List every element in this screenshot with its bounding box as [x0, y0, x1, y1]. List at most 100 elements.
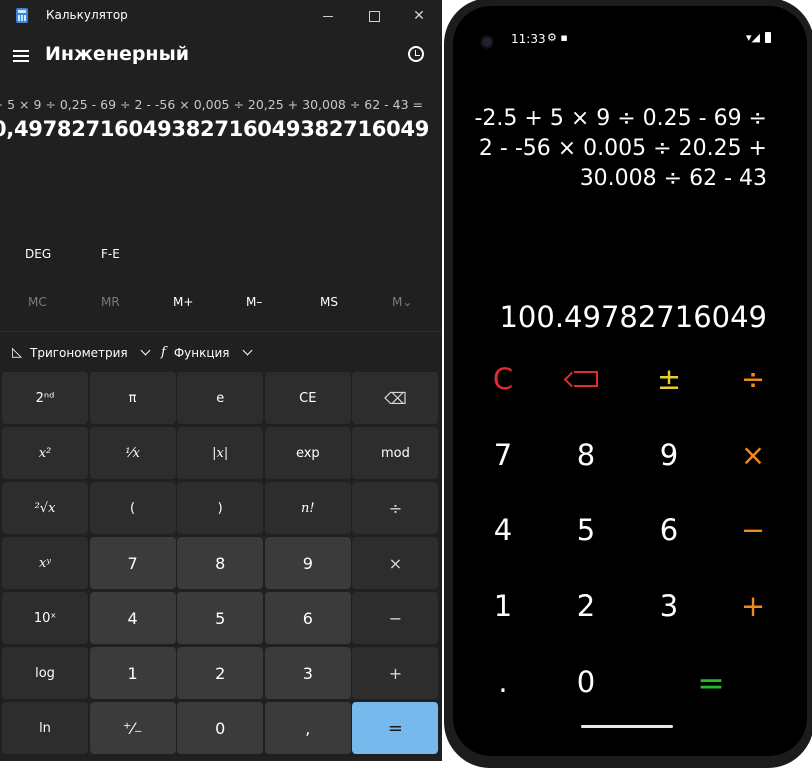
digit-5-button[interactable]: 5: [556, 505, 616, 555]
digit-3-button[interactable]: 3: [264, 647, 351, 699]
minus-button[interactable]: −: [723, 505, 783, 555]
pi-button[interactable]: π: [89, 372, 176, 424]
plus-button[interactable]: +: [723, 581, 783, 631]
square-button[interactable]: x²: [2, 427, 88, 479]
function-toolbar: ◺ Тригонометрия f Функция: [0, 340, 442, 366]
backspace-button[interactable]: [556, 354, 616, 404]
minimize-icon: [323, 15, 333, 17]
close-paren-button[interactable]: ): [177, 482, 264, 534]
digit-8-button[interactable]: 8: [556, 430, 616, 480]
second-function-button[interactable]: 2ⁿᵈ: [2, 372, 88, 424]
maximize-icon: [368, 10, 380, 22]
equals-button[interactable]: =: [681, 657, 741, 707]
chevron-down-icon: [242, 345, 252, 356]
angle-mode-button[interactable]: DEG: [25, 247, 51, 261]
power-button[interactable]: xʸ: [2, 537, 88, 589]
signal-icon: ▾◢: [746, 31, 760, 44]
memory-list-button[interactable]: M⌄: [392, 295, 412, 309]
square-root-button[interactable]: ²√x: [2, 482, 88, 534]
mode-title: Инженерный: [45, 43, 190, 65]
equals-button[interactable]: =: [352, 702, 439, 754]
log-button[interactable]: log: [2, 647, 88, 699]
reciprocal-button[interactable]: ¹⁄x: [89, 427, 176, 479]
memory-store-button[interactable]: MS: [320, 295, 338, 309]
mod-button[interactable]: mod: [352, 427, 439, 479]
divide-button[interactable]: ÷: [723, 354, 783, 404]
history-icon[interactable]: [408, 46, 424, 62]
trigonometry-icon: ◺: [12, 345, 22, 360]
memory-row: MC MR M+ M– MS M⌄: [0, 289, 442, 317]
camera-icon: [480, 35, 494, 49]
multiply-button[interactable]: ×: [352, 537, 439, 589]
result-display: 100,49782716049382716049382716049: [0, 117, 429, 141]
memory-subtract-button[interactable]: M–: [246, 295, 262, 309]
memory-clear-button[interactable]: MC: [28, 295, 47, 309]
title-bar: Калькулятор ✕: [0, 0, 442, 32]
trigonometry-dropdown[interactable]: ◺ Тригонометрия: [12, 345, 151, 360]
sign-button[interactable]: ±: [639, 354, 699, 404]
phone-result: 100.49782716049: [499, 300, 767, 334]
factorial-button[interactable]: n!: [264, 482, 351, 534]
digit-1-button[interactable]: 1: [89, 647, 176, 699]
divider: [0, 331, 442, 332]
battery-icon: [765, 32, 771, 43]
close-icon: ✕: [413, 8, 425, 24]
digit-0-button[interactable]: 0: [556, 657, 616, 707]
digit-9-button[interactable]: 9: [639, 430, 699, 480]
backspace-button[interactable]: ⌫: [352, 372, 439, 424]
phone-screen: 11:33 ⚙ ▪ ▾◢ -2.5 + 5 × 9 ÷ 0.25 - 69 ÷ …: [453, 6, 807, 756]
expression-display: -2,5 + 5 × 9 ÷ 0,25 - 69 ÷ 2 - -56 × 0,0…: [0, 97, 423, 112]
signal-battery-icons: ▾◢: [746, 31, 771, 44]
digit-7-button[interactable]: 7: [473, 430, 533, 480]
absolute-button[interactable]: |x|: [177, 427, 264, 479]
memory-recall-button[interactable]: MR: [101, 295, 120, 309]
function-label: Функция: [173, 345, 230, 360]
digit-2-button[interactable]: 2: [556, 581, 616, 631]
multiply-button[interactable]: ×: [723, 430, 783, 480]
phone-expression: -2.5 + 5 × 9 ÷ 0.25 - 69 ÷ 2 - -56 × 0.0…: [474, 106, 767, 191]
backspace-icon: [574, 371, 598, 387]
calculator-app-icon: [16, 8, 28, 23]
mode-row: DEG F-E: [0, 241, 442, 269]
home-indicator[interactable]: [581, 725, 673, 728]
digit-7-button[interactable]: 7: [89, 537, 176, 589]
maximize-button[interactable]: [351, 0, 397, 32]
trigonometry-label: Тригонометрия: [30, 345, 128, 360]
decimal-button[interactable]: .: [473, 657, 533, 707]
windows-calculator: Калькулятор ✕ Инженерный -2,5 + 5 × 9 ÷ …: [0, 0, 442, 761]
digit-8-button[interactable]: 8: [177, 537, 264, 589]
function-dropdown[interactable]: f Функция: [161, 345, 252, 360]
digit-6-button[interactable]: 6: [639, 505, 699, 555]
ten-power-button[interactable]: 10ˣ: [2, 592, 88, 644]
memory-add-button[interactable]: M+: [173, 295, 193, 309]
clear-entry-button[interactable]: CE: [264, 372, 351, 424]
divide-button[interactable]: ÷: [352, 482, 439, 534]
plus-button[interactable]: +: [352, 647, 439, 699]
hamburger-menu-icon[interactable]: [13, 50, 29, 62]
digit-2-button[interactable]: 2: [177, 647, 264, 699]
ln-button[interactable]: ln: [2, 702, 88, 754]
euler-button[interactable]: e: [177, 372, 264, 424]
window-title: Калькулятор: [46, 8, 128, 22]
negate-button[interactable]: ⁺⁄₋: [89, 702, 176, 754]
digit-5-button[interactable]: 5: [177, 592, 264, 644]
digit-6-button[interactable]: 6: [264, 592, 351, 644]
minus-button[interactable]: −: [352, 592, 439, 644]
open-paren-button[interactable]: (: [89, 482, 176, 534]
status-icons: ⚙ ▪: [547, 31, 568, 44]
header: Инженерный: [0, 38, 442, 74]
digit-0-button[interactable]: 0: [177, 702, 264, 754]
close-button[interactable]: ✕: [396, 0, 442, 32]
clear-button[interactable]: C: [473, 354, 533, 404]
digit-3-button[interactable]: 3: [639, 581, 699, 631]
function-icon: f: [161, 345, 166, 360]
digit-9-button[interactable]: 9: [264, 537, 351, 589]
chevron-down-icon: [140, 345, 151, 356]
minimize-button[interactable]: [305, 0, 351, 32]
digit-4-button[interactable]: 4: [473, 505, 533, 555]
decimal-button[interactable]: ,: [264, 702, 351, 754]
fe-button[interactable]: F-E: [101, 247, 120, 261]
digit-1-button[interactable]: 1: [473, 581, 533, 631]
digit-4-button[interactable]: 4: [89, 592, 176, 644]
exp-button[interactable]: exp: [264, 427, 351, 479]
